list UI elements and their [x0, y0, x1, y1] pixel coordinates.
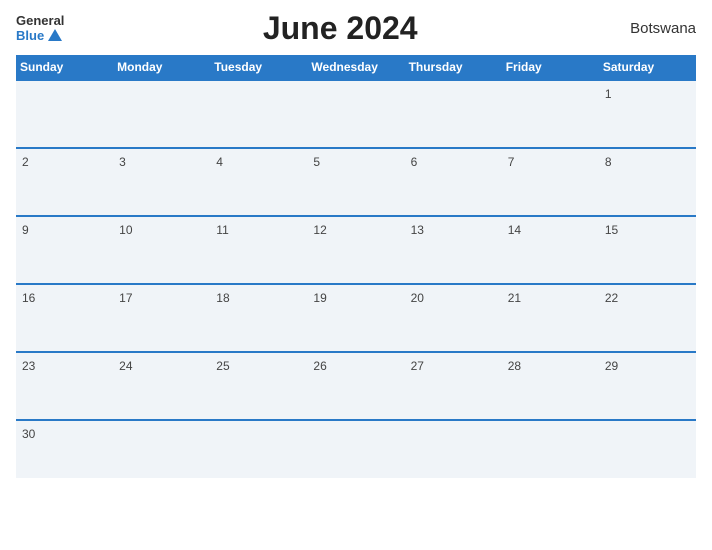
- calendar-cell-w1-d5: 7: [502, 148, 599, 216]
- calendar-cell-w3-d4: 20: [405, 284, 502, 352]
- day-number: 22: [605, 291, 690, 305]
- day-number: 6: [411, 155, 496, 169]
- day-number: 2: [22, 155, 107, 169]
- calendar-cell-w5-d2: [210, 420, 307, 478]
- day-number: 8: [605, 155, 690, 169]
- calendar-cell-w4-d6: 29: [599, 352, 696, 420]
- day-number: 30: [22, 427, 107, 441]
- calendar-cell-w0-d6: 1: [599, 80, 696, 148]
- calendar-cell-w4-d5: 28: [502, 352, 599, 420]
- calendar-cell-w2-d5: 14: [502, 216, 599, 284]
- calendar-cell-w4-d4: 27: [405, 352, 502, 420]
- logo: General Blue: [16, 14, 64, 43]
- week-row-4: 23 24 25 26 27 28 29: [16, 352, 696, 420]
- weekday-header-friday: Friday: [502, 55, 599, 80]
- calendar-cell-w4-d2: 25: [210, 352, 307, 420]
- weekday-header-wednesday: Wednesday: [307, 55, 404, 80]
- day-number: 18: [216, 291, 301, 305]
- day-number: 28: [508, 359, 593, 373]
- day-number: 5: [313, 155, 398, 169]
- calendar-cell-w5-d4: [405, 420, 502, 478]
- day-number: 4: [216, 155, 301, 169]
- calendar-body: 1234567891011121314151617181920212223242…: [16, 80, 696, 478]
- weekday-header-monday: Monday: [113, 55, 210, 80]
- calendar-cell-w2-d6: 15: [599, 216, 696, 284]
- weekday-header-tuesday: Tuesday: [210, 55, 307, 80]
- calendar-cell-w5-d3: [307, 420, 404, 478]
- calendar-cell-w2-d1: 10: [113, 216, 210, 284]
- day-number: 21: [508, 291, 593, 305]
- calendar-cell-w1-d4: 6: [405, 148, 502, 216]
- calendar-cell-w0-d0: [16, 80, 113, 148]
- logo-blue-text: Blue: [16, 29, 62, 43]
- week-row-1: 2345678: [16, 148, 696, 216]
- calendar-header: SundayMondayTuesdayWednesdayThursdayFrid…: [16, 55, 696, 80]
- day-number: 12: [313, 223, 398, 237]
- week-row-5: 30: [16, 420, 696, 478]
- weekday-header-sunday: Sunday: [16, 55, 113, 80]
- calendar-cell-w0-d2: [210, 80, 307, 148]
- weekday-header-saturday: Saturday: [599, 55, 696, 80]
- day-number: 19: [313, 291, 398, 305]
- calendar-grid: SundayMondayTuesdayWednesdayThursdayFrid…: [16, 55, 696, 478]
- calendar-cell-w3-d2: 18: [210, 284, 307, 352]
- calendar-cell-w3-d5: 21: [502, 284, 599, 352]
- calendar-cell-w2-d0: 9: [16, 216, 113, 284]
- calendar-cell-w5-d0: 30: [16, 420, 113, 478]
- day-number: 17: [119, 291, 204, 305]
- day-number: 23: [22, 359, 107, 373]
- week-row-2: 9 10 11 12 13 14 15: [16, 216, 696, 284]
- calendar-cell-w4-d1: 24: [113, 352, 210, 420]
- day-number: 27: [411, 359, 496, 373]
- day-number: 11: [216, 223, 301, 237]
- calendar-cell-w1-d6: 8: [599, 148, 696, 216]
- day-number: 16: [22, 291, 107, 305]
- calendar-cell-w4-d0: 23: [16, 352, 113, 420]
- calendar-cell-w0-d5: [502, 80, 599, 148]
- calendar-cell-w0-d4: [405, 80, 502, 148]
- day-number: 3: [119, 155, 204, 169]
- day-number: 10: [119, 223, 204, 237]
- calendar-cell-w1-d3: 5: [307, 148, 404, 216]
- weekday-header-thursday: Thursday: [405, 55, 502, 80]
- day-number: 14: [508, 223, 593, 237]
- calendar-cell-w0-d3: [307, 80, 404, 148]
- week-row-3: 16 17 18 19 20 21 22: [16, 284, 696, 352]
- day-number: 20: [411, 291, 496, 305]
- calendar-title: June 2024: [64, 10, 616, 47]
- day-number: 26: [313, 359, 398, 373]
- calendar-cell-w5-d1: [113, 420, 210, 478]
- day-number: 15: [605, 223, 690, 237]
- calendar-cell-w2-d3: 12: [307, 216, 404, 284]
- day-number: 7: [508, 155, 593, 169]
- logo-triangle-icon: [48, 29, 62, 41]
- day-number: 25: [216, 359, 301, 373]
- calendar-cell-w2-d4: 13: [405, 216, 502, 284]
- calendar-cell-w0-d1: [113, 80, 210, 148]
- logo-blue-word: Blue: [16, 29, 44, 43]
- calendar-cell-w5-d5: [502, 420, 599, 478]
- day-number: 24: [119, 359, 204, 373]
- calendar-cell-w3-d3: 19: [307, 284, 404, 352]
- day-number: 13: [411, 223, 496, 237]
- calendar-cell-w1-d1: 3: [113, 148, 210, 216]
- country-label: Botswana: [616, 20, 696, 37]
- weekday-header-row: SundayMondayTuesdayWednesdayThursdayFrid…: [16, 55, 696, 80]
- day-number: 9: [22, 223, 107, 237]
- day-number: 1: [605, 87, 690, 101]
- logo-general-text: General: [16, 14, 64, 28]
- day-number: 29: [605, 359, 690, 373]
- calendar-cell-w1-d2: 4: [210, 148, 307, 216]
- calendar-cell-w3-d0: 16: [16, 284, 113, 352]
- calendar-cell-w3-d1: 17: [113, 284, 210, 352]
- calendar-cell-w5-d6: [599, 420, 696, 478]
- header: General Blue June 2024 Botswana: [16, 10, 696, 47]
- calendar-cell-w4-d3: 26: [307, 352, 404, 420]
- calendar-cell-w2-d2: 11: [210, 216, 307, 284]
- calendar-container: General Blue June 2024 Botswana SundayMo…: [0, 0, 712, 550]
- week-row-0: 1: [16, 80, 696, 148]
- calendar-cell-w3-d6: 22: [599, 284, 696, 352]
- calendar-cell-w1-d0: 2: [16, 148, 113, 216]
